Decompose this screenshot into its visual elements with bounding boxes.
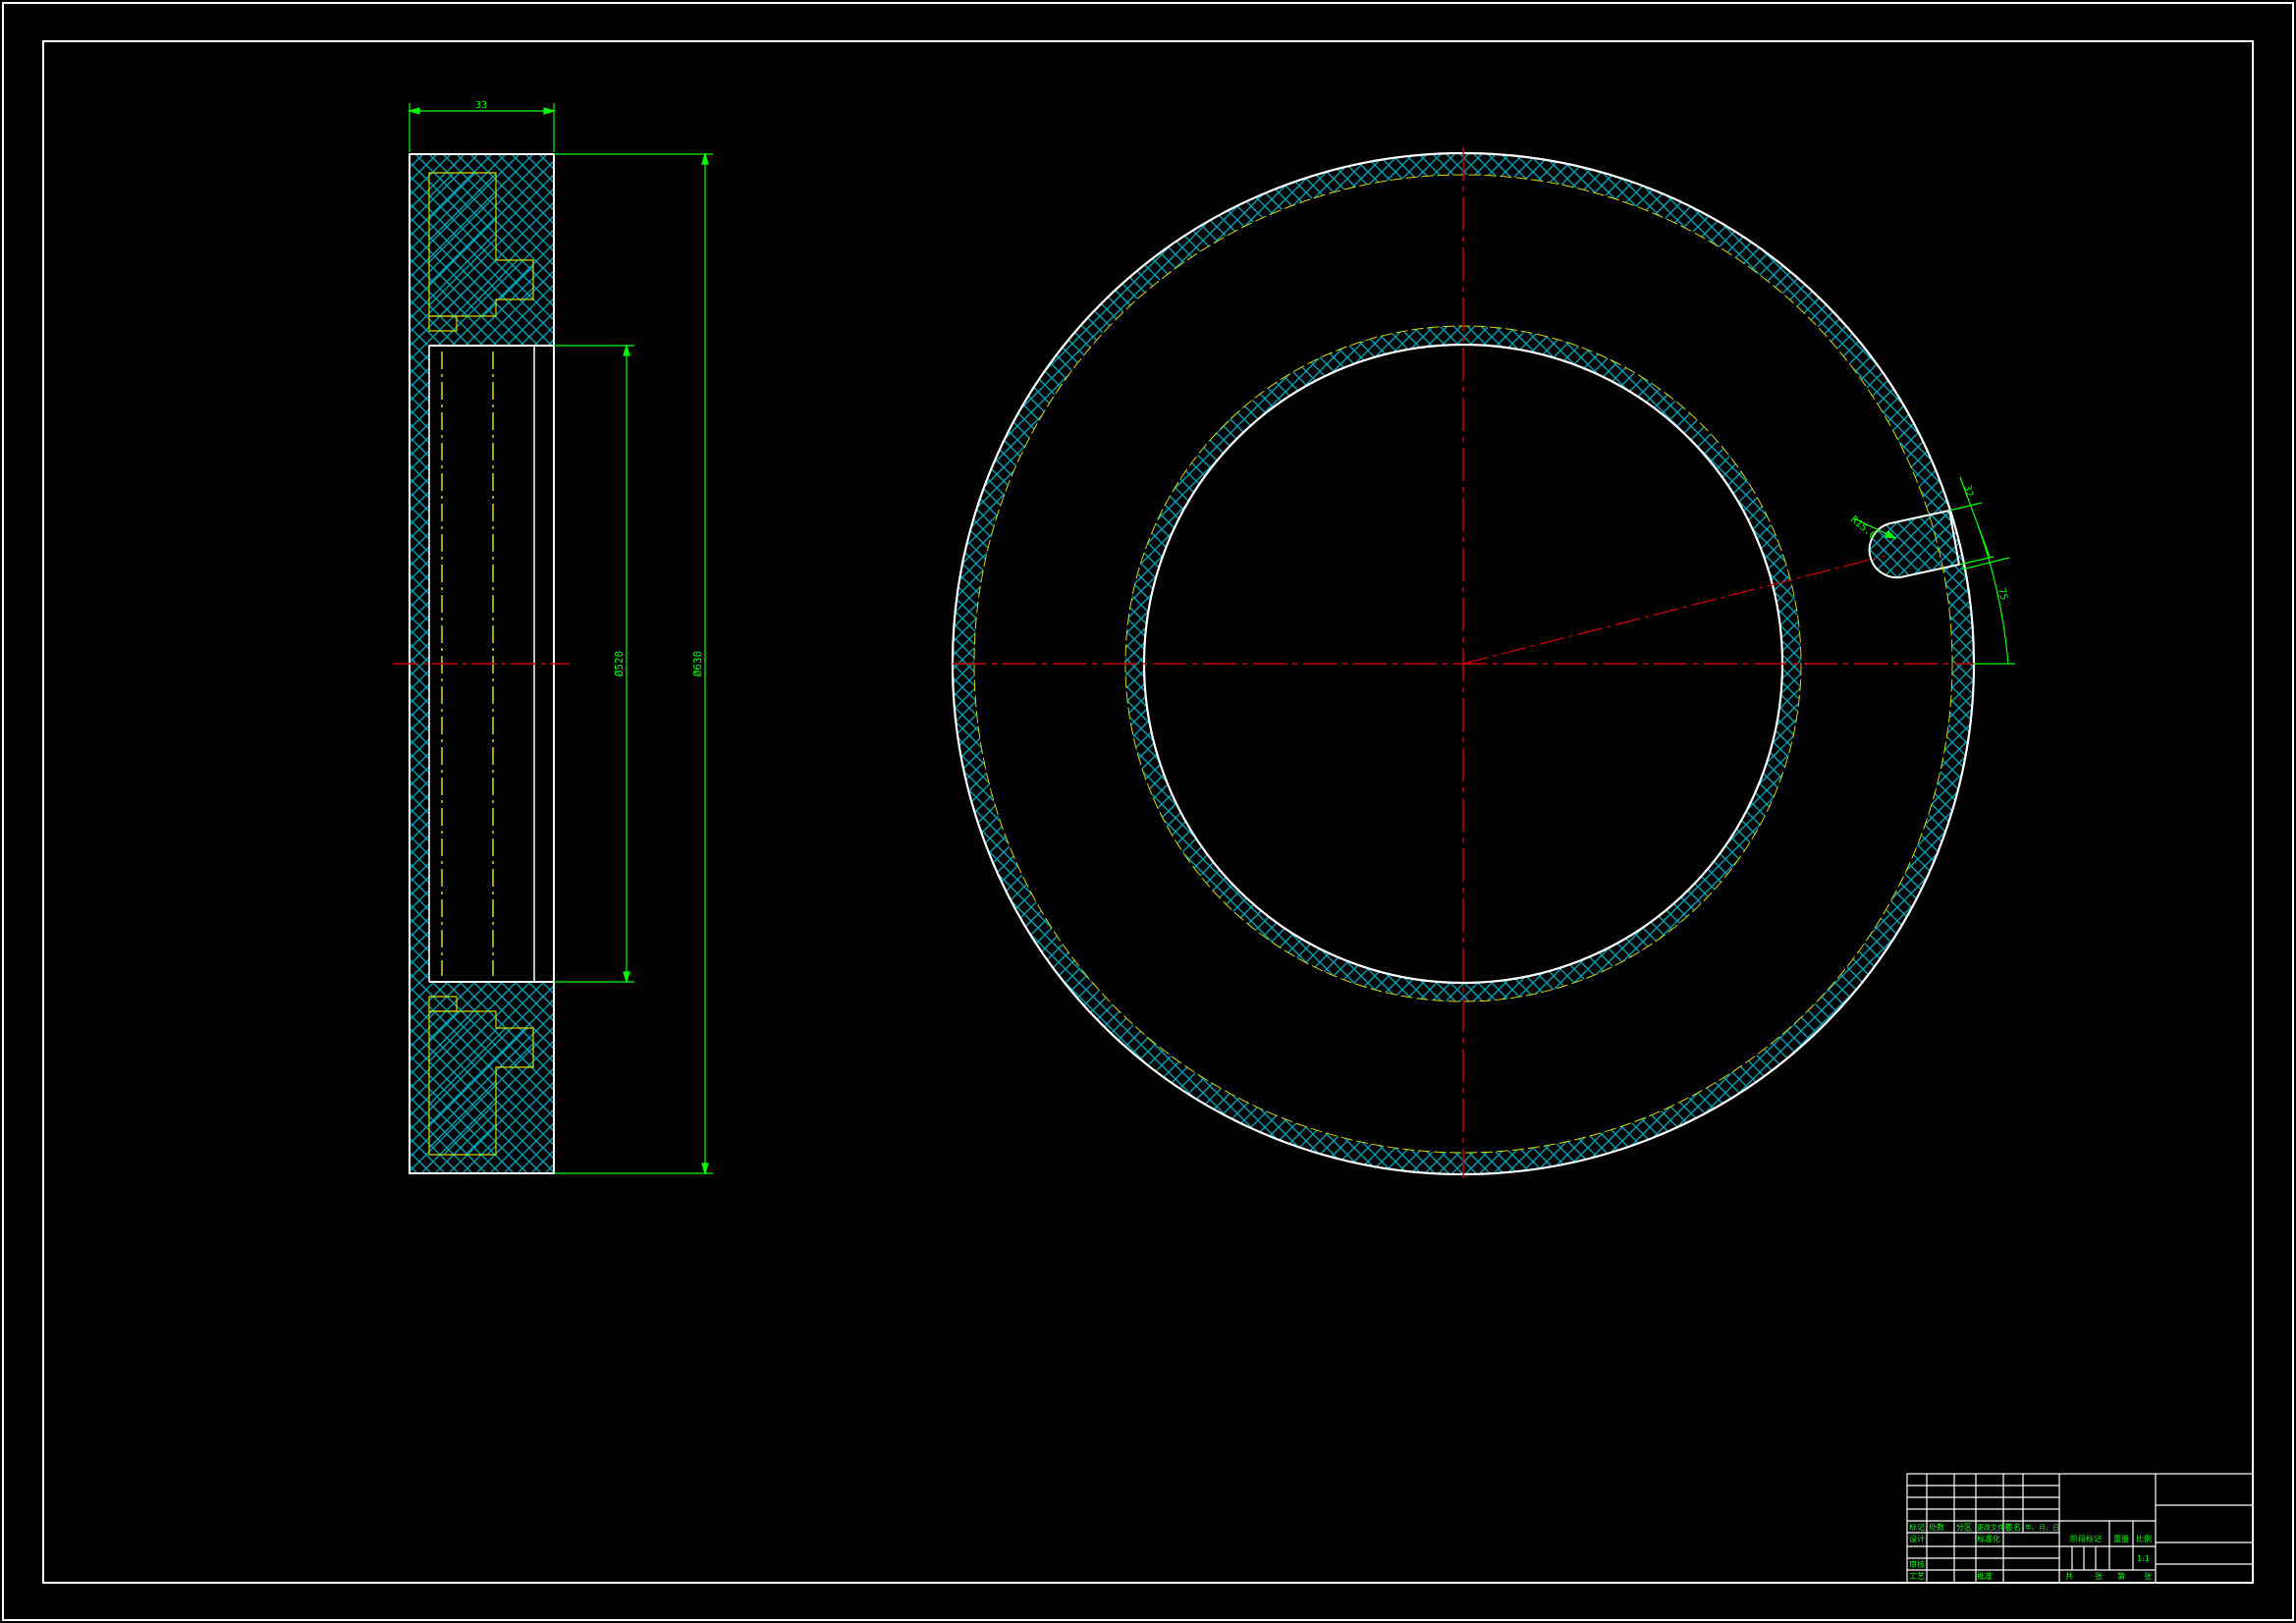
dim-outer-text: Ø630 (691, 651, 704, 677)
tb-rev-header: 标记 (1909, 1522, 1925, 1532)
dim-slot-depth-text: 75 (1995, 587, 2009, 601)
tb-scale-label: 比例 (2136, 1534, 2152, 1543)
dim-slot-width-text: 32 (1961, 484, 1975, 498)
tb-rev-header: 分区 (1956, 1523, 1972, 1532)
tb-sheet-no: 第 (2117, 1571, 2125, 1581)
tb-sheet-unit: 张 (2095, 1572, 2103, 1581)
title-block-text: 标记 处数 分区 更改文件号 签名 年、月、日 设计 标准化 审核 工艺 批准 … (1909, 1522, 2152, 1581)
tb-standard-label: 标准化 (1977, 1534, 2000, 1543)
side-section-view (393, 153, 570, 1174)
tb-stage-label: 阶段标记 (2070, 1534, 2102, 1543)
tb-sheet-total: 共 (2065, 1572, 2073, 1581)
tb-design-label: 设计 (1909, 1534, 1925, 1543)
tb-process-label: 工艺 (1909, 1572, 1925, 1581)
tb-rev-header: 年、月、日 (2025, 1523, 2059, 1532)
tb-check-label: 审核 (1909, 1559, 1925, 1569)
tb-weight-label: 重量 (2113, 1534, 2129, 1543)
tb-sheet-unit2: 张 (2144, 1572, 2152, 1581)
cad-drawing: 33 Ø520 Ø630 R15.6 32 75 标记 处数 分区 更改文件号 … (2, 2, 2294, 1621)
dim-width-text: 33 (475, 100, 487, 111)
tb-approve-label: 批准 (1977, 1571, 1993, 1581)
front-view (951, 147, 1976, 1178)
tb-rev-header: 处数 (1929, 1522, 1944, 1532)
tb-rev-header: 签名 (2005, 1522, 2021, 1532)
dim-bore-text: Ø520 (613, 651, 626, 677)
tb-scale-value: 1:1 (2137, 1554, 2150, 1563)
